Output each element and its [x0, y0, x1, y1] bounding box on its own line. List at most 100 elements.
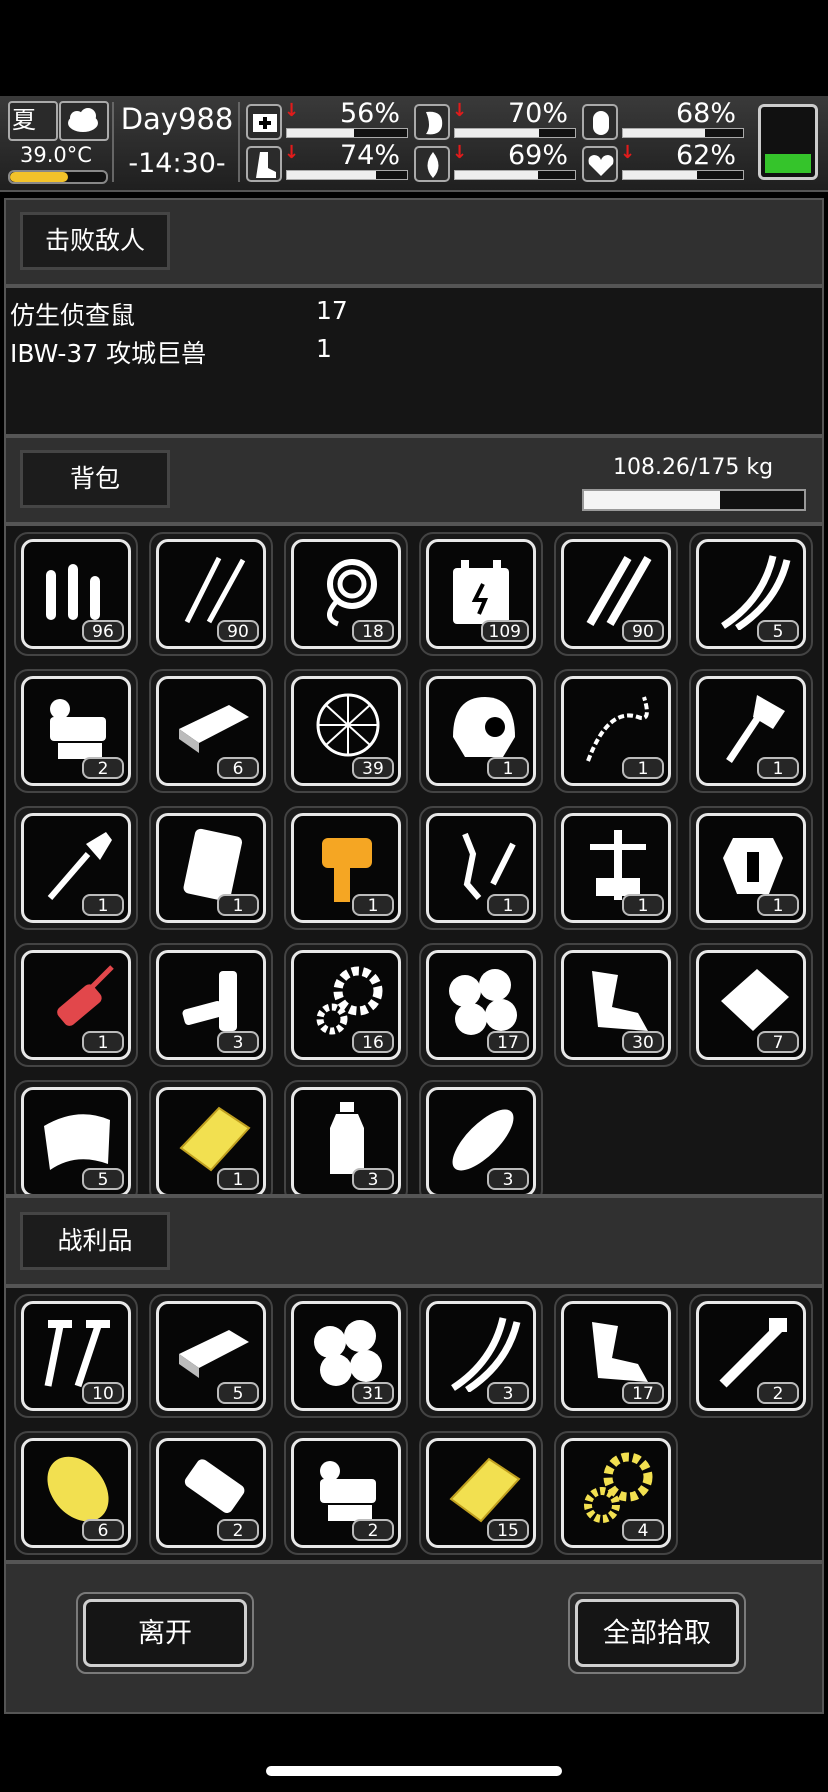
stat-value: 62% [675, 140, 736, 171]
item-frame: 1 [426, 676, 536, 786]
season-indicator: 夏 [8, 101, 58, 141]
item-slot[interactable]: 17 [419, 943, 543, 1067]
item-count: 18 [352, 620, 394, 642]
item-slot[interactable]: 3 [284, 1080, 408, 1194]
item-frame: 18 [291, 539, 401, 649]
item-slot[interactable]: 2 [284, 1431, 408, 1555]
item-slot[interactable]: 15 [419, 1431, 543, 1555]
item-count: 30 [622, 1031, 664, 1053]
item-slot[interactable]: 16 [284, 943, 408, 1067]
medkit-icon [246, 104, 282, 140]
energy-fill [765, 153, 811, 173]
item-slot[interactable]: 6 [14, 1431, 138, 1555]
weight-bar-fill [584, 491, 721, 509]
item-frame: 16 [291, 950, 401, 1060]
item-count: 2 [352, 1519, 394, 1541]
item-slot[interactable]: 2 [14, 669, 138, 793]
item-count: 1 [757, 894, 799, 916]
enemy-count: 17 [316, 296, 348, 325]
item-frame: 7 [696, 950, 806, 1060]
item-slot[interactable]: 90 [554, 532, 678, 656]
item-count: 31 [352, 1382, 394, 1404]
decrease-arrow-icon: ↓ [452, 142, 468, 163]
item-slot[interactable]: 1 [14, 806, 138, 930]
cloud-icon [59, 101, 109, 141]
boot-icon [246, 146, 282, 182]
item-slot[interactable]: 5 [149, 1294, 273, 1418]
stat-bar [454, 170, 576, 180]
item-count: 1 [622, 894, 664, 916]
item-slot[interactable]: 7 [689, 943, 813, 1067]
stomach-icon [414, 104, 450, 140]
stat-bar [286, 170, 408, 180]
item-slot[interactable]: 4 [554, 1431, 678, 1555]
item-slot[interactable]: 1 [419, 806, 543, 930]
item-slot[interactable]: 39 [284, 669, 408, 793]
item-slot[interactable]: 31 [284, 1294, 408, 1418]
stat-bar-fill [287, 171, 376, 179]
weight-bar [582, 489, 806, 511]
item-slot[interactable]: 96 [14, 532, 138, 656]
item-slot[interactable]: 1 [149, 1080, 273, 1194]
item-frame: 3 [291, 1087, 401, 1194]
item-frame: 6 [21, 1438, 131, 1548]
item-frame: 10 [21, 1301, 131, 1411]
item-slot[interactable]: 1 [14, 943, 138, 1067]
item-slot[interactable]: 3 [149, 943, 273, 1067]
stat-bar [622, 128, 744, 138]
item-slot[interactable]: 1 [689, 669, 813, 793]
item-frame: 17 [426, 950, 536, 1060]
stat-value: 70% [507, 98, 568, 129]
home-indicator[interactable] [266, 1766, 562, 1776]
backpack-title: 背包 [20, 450, 170, 508]
item-frame: 17 [561, 1301, 671, 1411]
item-slot[interactable]: 5 [689, 532, 813, 656]
item-slot[interactable]: 109 [419, 532, 543, 656]
stat-bar [622, 170, 744, 180]
item-slot[interactable]: 90 [149, 532, 273, 656]
item-count: 1 [487, 894, 529, 916]
item-slot[interactable]: 3 [419, 1080, 543, 1194]
item-frame: 1 [426, 813, 536, 923]
backpack-weight: 108.26/175 kg [612, 455, 774, 480]
item-slot[interactable]: 3 [419, 1294, 543, 1418]
item-frame: 3 [426, 1087, 536, 1194]
item-slot[interactable]: 6 [149, 669, 273, 793]
stat-value: 56% [339, 98, 400, 129]
item-slot[interactable]: 30 [554, 943, 678, 1067]
stat-bar-fill [455, 129, 539, 137]
item-slot[interactable]: 5 [14, 1080, 138, 1194]
temperature-value: 39.0°C [20, 143, 92, 167]
item-slot[interactable]: 18 [284, 532, 408, 656]
item-slot[interactable]: 2 [689, 1294, 813, 1418]
leave-button[interactable]: 离开 [76, 1592, 254, 1674]
loot-title: 战利品 [20, 1212, 170, 1270]
item-count: 1 [82, 894, 124, 916]
item-count: 5 [217, 1382, 259, 1404]
item-frame: 2 [21, 676, 131, 786]
item-frame: 15 [426, 1438, 536, 1548]
item-slot[interactable]: 1 [149, 806, 273, 930]
temperature-bar-fill [10, 172, 68, 182]
item-slot[interactable]: 10 [14, 1294, 138, 1418]
decrease-arrow-icon: ↓ [284, 100, 300, 121]
item-slot[interactable]: 1 [689, 806, 813, 930]
item-frame: 1 [21, 813, 131, 923]
item-count: 3 [487, 1382, 529, 1404]
item-slot[interactable]: 1 [554, 806, 678, 930]
defeated-title: 击败敌人 [20, 212, 170, 270]
item-frame: 2 [696, 1301, 806, 1411]
item-count: 109 [480, 620, 529, 642]
item-slot[interactable]: 1 [419, 669, 543, 793]
item-frame: 2 [156, 1438, 266, 1548]
stat-bar [454, 128, 576, 138]
item-slot[interactable]: 17 [554, 1294, 678, 1418]
stat-value: 68% [675, 98, 736, 129]
item-slot[interactable]: 2 [149, 1431, 273, 1555]
item-slot[interactable]: 1 [554, 669, 678, 793]
take-all-button[interactable]: 全部拾取 [568, 1592, 746, 1674]
item-count: 96 [82, 620, 124, 642]
item-slot[interactable]: 1 [284, 806, 408, 930]
stat-bar-fill [455, 171, 538, 179]
item-frame: 39 [291, 676, 401, 786]
